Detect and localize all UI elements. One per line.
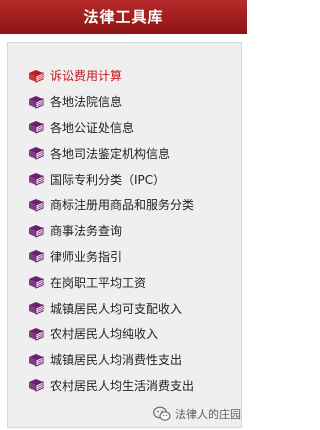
tool-item-label: 各地司法鉴定机构信息 <box>50 146 171 161</box>
book-icon <box>28 249 44 264</box>
tool-item-ipc[interactable]: 国际专利分类（IPC） <box>28 166 194 192</box>
tool-item-label: 在岗职工平均工资 <box>50 275 147 290</box>
tool-item-litigation-fee[interactable]: 诉讼费用计算 <box>28 63 194 89</box>
tool-item-lawyer-guide[interactable]: 律师业务指引 <box>28 244 194 270</box>
book-icon <box>28 120 44 135</box>
tool-item-rural-consumption[interactable]: 农村居民人均生活消费支出 <box>28 373 194 399</box>
tool-item-label: 各地法院信息 <box>50 95 123 110</box>
tool-item-notaries[interactable]: 各地公证处信息 <box>28 115 194 141</box>
tool-item-forensic-institutions[interactable]: 各地司法鉴定机构信息 <box>28 140 194 166</box>
tool-item-label: 各地公证处信息 <box>50 120 135 135</box>
book-icon <box>28 327 44 341</box>
watermark: 法律人的庄园 <box>153 406 241 422</box>
tool-item-urban-consumption[interactable]: 城镇居民人均消费性支出 <box>28 347 194 373</box>
tool-item-label: 诉讼费用计算 <box>50 69 123 84</box>
tool-item-label: 律师业务指引 <box>50 249 123 264</box>
legal-tools-panel: 法律工具库 诉讼费用计算 各地法院信息 各地公证处信息 各地司法鉴定机构信息 国… <box>0 0 247 430</box>
book-icon <box>28 95 44 109</box>
tool-item-label: 农村居民人均生活消费支出 <box>50 378 195 393</box>
tool-item-label: 商标注册用商品和服务分类 <box>50 198 195 213</box>
tool-item-average-wage[interactable]: 在岗职工平均工资 <box>28 269 194 295</box>
book-icon <box>28 378 44 393</box>
tool-item-label: 城镇居民人均消费性支出 <box>50 353 183 368</box>
book-icon <box>28 353 44 367</box>
tool-item-courts[interactable]: 各地法院信息 <box>28 89 194 115</box>
tool-item-urban-disposable-income[interactable]: 城镇居民人均可支配收入 <box>28 295 194 321</box>
tool-item-trademark-classes[interactable]: 商标注册用商品和服务分类 <box>28 192 194 218</box>
tool-item-label: 商事法务查询 <box>50 224 123 239</box>
book-icon <box>28 146 44 161</box>
watermark-text: 法律人的庄园 <box>175 408 241 421</box>
wechat-icon <box>153 406 171 422</box>
tool-item-label: 城镇居民人均可支配收入 <box>50 301 183 316</box>
book-icon <box>28 224 44 238</box>
tools-list: 诉讼费用计算 各地法院信息 各地公证处信息 各地司法鉴定机构信息 国际专利分类（… <box>28 63 194 398</box>
tool-item-label: 农村居民人均纯收入 <box>50 327 159 342</box>
tool-item-label: 国际专利分类（IPC） <box>50 172 166 187</box>
tool-item-rural-net-income[interactable]: 农村居民人均纯收入 <box>28 321 194 347</box>
tool-item-commercial-affairs[interactable]: 商事法务查询 <box>28 218 194 244</box>
panel-title: 法律工具库 <box>0 0 247 34</box>
book-icon <box>28 198 44 212</box>
book-icon <box>28 69 44 83</box>
book-icon <box>28 275 44 290</box>
tools-list-box: 诉讼费用计算 各地法院信息 各地公证处信息 各地司法鉴定机构信息 国际专利分类（… <box>7 42 242 428</box>
book-icon <box>28 172 44 186</box>
book-icon <box>28 301 44 315</box>
